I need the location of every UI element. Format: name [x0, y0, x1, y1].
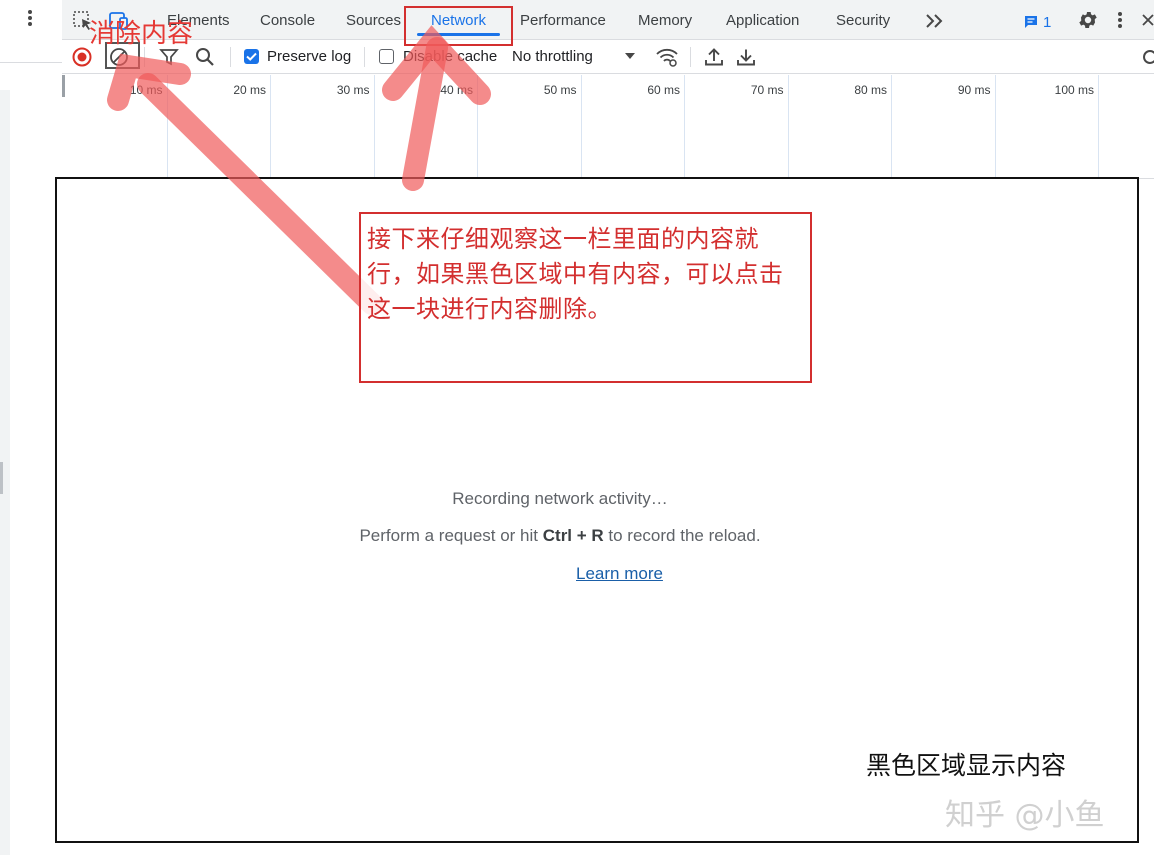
- issues-badge[interactable]: 1: [1023, 12, 1051, 32]
- timeline-tick-label: 90 ms: [957, 83, 991, 97]
- timeline-grid-line: [891, 75, 892, 179]
- tab-sources[interactable]: Sources: [346, 0, 401, 40]
- network-conditions-icon[interactable]: [655, 46, 679, 68]
- settings-gear-icon[interactable]: [1077, 9, 1099, 31]
- timeline-tick-label: 20 ms: [233, 83, 266, 97]
- export-har-icon[interactable]: [735, 46, 757, 68]
- import-har-icon[interactable]: [703, 46, 725, 68]
- dropdown-caret-icon[interactable]: [622, 48, 638, 70]
- black-area-caption: 黑色区域显示内容: [866, 751, 1067, 780]
- issues-count: 1: [1043, 13, 1052, 31]
- more-tabs-icon[interactable]: [924, 11, 946, 33]
- toolbar-divider: [230, 47, 231, 67]
- timeline-tick-label: 10 ms: [129, 83, 163, 97]
- page-strip: [0, 0, 62, 855]
- network-settings-icon[interactable]: [1140, 46, 1154, 68]
- network-tab-highlight: [404, 6, 513, 46]
- tab-memory[interactable]: Memory: [638, 0, 692, 40]
- toolbar-divider: [364, 47, 365, 67]
- timeline-tick-label: 60 ms: [647, 83, 680, 97]
- tab-security[interactable]: Security: [836, 0, 890, 40]
- network-toolbar: Preserve log Disable cache No throttling: [62, 40, 1154, 74]
- disable-cache-checkbox[interactable]: [379, 49, 394, 64]
- strip-divider: [0, 62, 62, 63]
- tab-application[interactable]: Application: [726, 0, 799, 40]
- timeline-grid-line: [994, 75, 996, 179]
- timeline-start-marker: [62, 75, 65, 97]
- preserve-log-checkbox[interactable]: [244, 49, 259, 64]
- toolbar-divider: [144, 47, 145, 67]
- timeline-tick-label: 30 ms: [336, 83, 370, 97]
- timeline-grid-line: [580, 75, 582, 179]
- tab-console[interactable]: Console: [260, 0, 315, 40]
- instruction-callout: 接下来仔细观察这一栏里面的内容就行，如果黑色区域中有内容，可以点击这一块进行内容…: [359, 212, 812, 383]
- toolbar-divider: [690, 47, 691, 67]
- timeline-overview[interactable]: 10 ms 20 ms 30 ms 40 ms 50 ms 60 ms 70 ms 80 ms…: [62, 75, 1154, 179]
- timeline-tick-label: 50 ms: [543, 83, 577, 97]
- page-menu-icon[interactable]: [20, 8, 40, 30]
- throttling-select[interactable]: No throttling: [512, 48, 593, 65]
- tab-performance[interactable]: Performance: [520, 0, 606, 40]
- devtools-tab-bar: Elements Console Sources Network Perform…: [62, 0, 1154, 40]
- timeline-grid-line: [684, 75, 685, 179]
- timeline-grid-line: [373, 75, 375, 179]
- timeline-grid-line: [166, 75, 168, 179]
- watermark: 知乎 @小鱼: [945, 798, 1105, 833]
- message-icon: [1025, 16, 1037, 28]
- clear-content-caption: 消除内容: [89, 19, 194, 49]
- timeline-grid-line: [1098, 75, 1099, 179]
- devtools-menu-icon[interactable]: [1114, 9, 1126, 31]
- timeline-tick-label: 40 ms: [440, 83, 473, 97]
- close-devtools-icon[interactable]: [1140, 10, 1154, 32]
- preserve-log-label[interactable]: Preserve log: [267, 48, 351, 65]
- timeline-tick-label: 100 ms: [1054, 83, 1094, 97]
- timeline-tick-label: 70 ms: [750, 83, 784, 97]
- timeline-grid-line: [270, 75, 271, 179]
- timeline-grid-line: [477, 75, 478, 179]
- timeline-tick-label: 80 ms: [854, 83, 887, 97]
- timeline-grid-line: [787, 75, 789, 179]
- disable-cache-label[interactable]: Disable cache: [403, 48, 497, 65]
- instruction-text: 接下来仔细观察这一栏里面的内容就行，如果黑色区域中有内容，可以点击这一块进行内容…: [367, 225, 784, 323]
- search-icon[interactable]: [194, 46, 216, 68]
